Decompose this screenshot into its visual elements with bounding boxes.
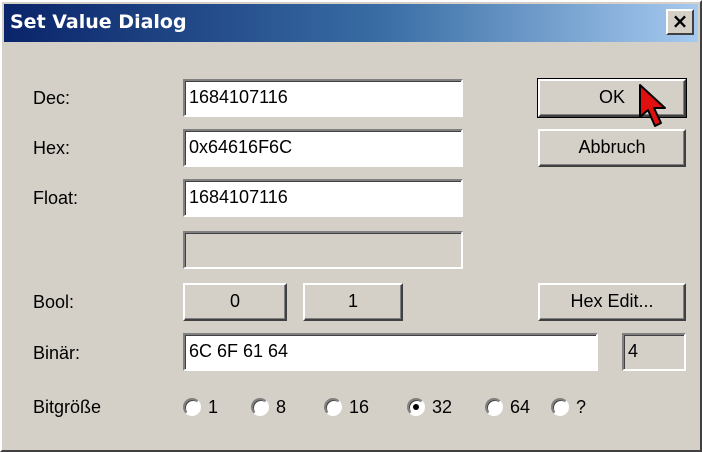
radio-label: 32 (432, 396, 453, 417)
byte-count-field: 4 (622, 333, 686, 371)
abbruch-button[interactable]: Abbruch (538, 129, 686, 167)
bitsize-option-32[interactable]: 32 (407, 392, 452, 422)
title-bar[interactable]: Set Value Dialog × (4, 4, 698, 42)
radio-button[interactable] (485, 398, 503, 416)
bool-1-button[interactable]: 1 (303, 283, 403, 321)
set-value-dialog: Set Value Dialog × (0, 0, 702, 452)
float-input[interactable]: 1684107116 (183, 179, 463, 217)
float-label: Float: (33, 188, 79, 208)
dec-label: Dec: (33, 88, 71, 108)
radio-label: 16 (349, 396, 370, 417)
bitsize-option-16[interactable]: 16 (324, 392, 369, 422)
close-icon: × (671, 9, 689, 33)
radio-button[interactable] (251, 398, 269, 416)
dec-input[interactable]: 1684107116 (183, 79, 463, 117)
dialog-title: Set Value Dialog (10, 11, 187, 33)
bitsize-option-64[interactable]: 64 (485, 392, 530, 422)
radio-button[interactable] (324, 398, 342, 416)
radio-button-selected[interactable] (407, 398, 425, 416)
hex-label: Hex: (33, 138, 71, 158)
extra-input (183, 231, 463, 269)
radio-label: 8 (276, 396, 287, 417)
bool-0-button[interactable]: 0 (183, 283, 287, 321)
radio-label: ? (576, 396, 587, 417)
radio-button[interactable] (551, 398, 569, 416)
close-button[interactable]: × (666, 9, 694, 35)
bool-label: Bool: (33, 292, 75, 312)
bitsize-option-unknown[interactable]: ? (551, 392, 586, 422)
hex-input[interactable]: 0x64616F6C (183, 129, 463, 167)
hex-edit-button[interactable]: Hex Edit... (538, 283, 686, 321)
radio-label: 1 (208, 396, 219, 417)
mouse-pointer-icon (639, 84, 666, 127)
bitgroesse-label: Bitgröße (33, 397, 102, 417)
bitsize-option-8[interactable]: 8 (251, 392, 286, 422)
bitsize-option-1[interactable]: 1 (183, 392, 218, 422)
binaer-input[interactable]: 6C 6F 61 64 (183, 333, 598, 371)
radio-label: 64 (510, 396, 531, 417)
binaer-label: Binär: (33, 343, 81, 363)
radio-button[interactable] (183, 398, 201, 416)
